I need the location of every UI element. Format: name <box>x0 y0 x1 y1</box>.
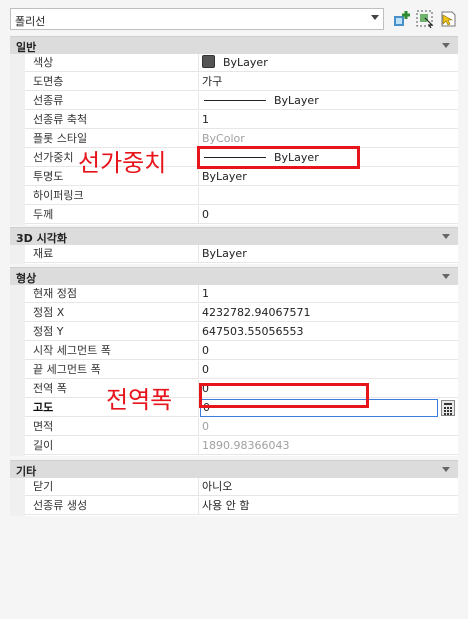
global-width-highlight-box <box>199 383 369 408</box>
prop-row-vertex-x[interactable]: 정점 X 4232782.94067571 <box>10 304 458 323</box>
prop-label: 현재 정점 <box>25 285 199 303</box>
section-3d-header[interactable]: 3D 시각화 <box>10 227 458 245</box>
prop-value: ByLayer <box>199 245 458 263</box>
prop-value: 가구 <box>199 73 458 91</box>
prop-row-vertex-y[interactable]: 정점 Y 647503.55056553 <box>10 323 458 342</box>
lineweight-annotation: 선가중치 <box>78 149 167 177</box>
linetype-sample-icon <box>204 100 266 101</box>
prop-value: ByLayer <box>199 168 458 186</box>
prop-value: 1 <box>199 111 458 129</box>
lineweight-highlight-box <box>197 146 360 169</box>
prop-value: 0 <box>199 342 458 360</box>
prop-value: 1 <box>199 285 458 303</box>
object-type-value: 폴리선 <box>15 15 46 28</box>
section-title: 형상 <box>16 272 37 285</box>
prop-value: 647503.55056553 <box>199 323 458 341</box>
prop-value: ByLayer <box>274 94 319 107</box>
prop-value: 4232782.94067571 <box>199 304 458 322</box>
section-title: 3D 시각화 <box>16 232 67 245</box>
collapse-caret-icon[interactable] <box>442 274 450 279</box>
prop-label: 길이 <box>25 437 199 455</box>
prop-label: 면적 <box>25 418 199 436</box>
prop-value: 0 <box>199 361 458 379</box>
prop-label: 정점 Y <box>25 323 199 341</box>
section-title: 일반 <box>16 41 37 54</box>
prop-label: 두께 <box>25 206 199 224</box>
quick-select-icon[interactable] <box>439 10 457 28</box>
prop-label: 정점 X <box>25 304 199 322</box>
color-swatch-icon <box>202 55 215 68</box>
prop-label: 도면층 <box>25 73 199 91</box>
prop-value: 1890.98366043 <box>199 437 458 455</box>
prop-row-color[interactable]: 색상 ByLayer <box>10 54 458 73</box>
prop-row-linetype-scale[interactable]: 선종류 축척 1 <box>10 111 458 130</box>
section-general-header[interactable]: 일반 <box>10 36 458 54</box>
prop-value <box>199 187 458 205</box>
collapse-caret-icon[interactable] <box>442 467 450 472</box>
prop-label: 색상 <box>25 54 199 72</box>
section-title: 기타 <box>16 465 37 478</box>
prop-value: 0 <box>199 418 458 436</box>
prop-value: 아니오 <box>199 478 458 496</box>
prop-row-current-vertex[interactable]: 현재 정점 1 <box>10 285 458 304</box>
prop-label: 닫기 <box>25 478 199 496</box>
prop-value: 사용 안 함 <box>199 497 458 515</box>
prop-row-linetype-generation[interactable]: 선종류 생성 사용 안 함 <box>10 497 458 516</box>
properties-panel: 일반 색상 ByLayer 도면층 가구 선종류 ByLayer 선종류 축척 … <box>10 36 458 516</box>
select-objects-icon[interactable] <box>416 10 434 28</box>
properties-toolbar: 폴리선 <box>0 0 468 36</box>
prop-label: 재료 <box>25 245 199 263</box>
prop-row-end-width[interactable]: 끝 세그먼트 폭 0 <box>10 361 458 380</box>
prop-label: 끝 세그먼트 폭 <box>25 361 199 379</box>
prop-value: 0 <box>199 206 458 224</box>
prop-row-closed[interactable]: 닫기 아니오 <box>10 478 458 497</box>
prop-row-start-width[interactable]: 시작 세그먼트 폭 0 <box>10 342 458 361</box>
prop-row-layer[interactable]: 도면층 가구 <box>10 73 458 92</box>
prop-row-hyperlink[interactable]: 하이퍼링크 <box>10 187 458 206</box>
chevron-down-icon <box>371 15 379 20</box>
toggle-pickadd-icon[interactable] <box>393 10 411 28</box>
section-geometry-header[interactable]: 형상 <box>10 267 458 285</box>
prop-label: 선종류 <box>25 92 199 110</box>
prop-value: ByLayer <box>223 56 268 69</box>
collapse-caret-icon[interactable] <box>442 43 450 48</box>
global-width-annotation: 전역폭 <box>106 386 173 414</box>
prop-row-material[interactable]: 재료 ByLayer <box>10 245 458 264</box>
prop-row-length[interactable]: 길이 1890.98366043 <box>10 437 458 456</box>
prop-row-area[interactable]: 면적 0 <box>10 418 458 437</box>
prop-label: 선종류 생성 <box>25 497 199 515</box>
prop-label: 시작 세그먼트 폭 <box>25 342 199 360</box>
collapse-caret-icon[interactable] <box>442 234 450 239</box>
prop-row-thickness[interactable]: 두께 0 <box>10 206 458 225</box>
prop-label: 하이퍼링크 <box>25 187 199 205</box>
section-misc-header[interactable]: 기타 <box>10 460 458 478</box>
object-type-dropdown[interactable]: 폴리선 <box>10 8 384 30</box>
prop-label: 선종류 축척 <box>25 111 199 129</box>
calculator-icon[interactable] <box>441 400 455 416</box>
prop-row-linetype[interactable]: 선종류 ByLayer <box>10 92 458 111</box>
